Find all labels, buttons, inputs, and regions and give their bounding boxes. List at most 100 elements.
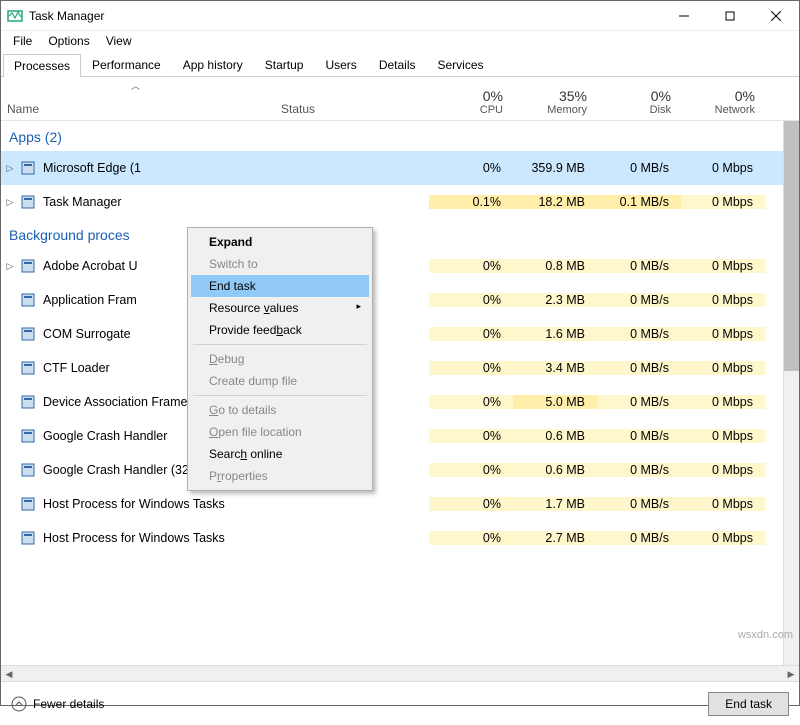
process-row[interactable]: Google Crash Handler (32 bit)0%0.6 MB0 M… bbox=[1, 453, 799, 487]
cpu-value: 0% bbox=[429, 327, 513, 341]
maximize-button[interactable] bbox=[707, 1, 753, 31]
app-icon bbox=[19, 292, 37, 308]
disk-value: 0 MB/s bbox=[597, 161, 681, 175]
col-network[interactable]: 0%Network bbox=[683, 88, 767, 116]
process-row[interactable]: ▷Adobe Acrobat U0%0.8 MB0 MB/s0 Mbps bbox=[1, 249, 799, 283]
ctx-end-task[interactable]: End task bbox=[191, 275, 369, 297]
sort-indicator-icon: ︿ bbox=[131, 79, 140, 92]
process-row[interactable]: COM Surrogate0%1.6 MB0 MB/s0 Mbps bbox=[1, 317, 799, 351]
process-row[interactable]: Application Fram0%2.3 MB0 MB/s0 Mbps bbox=[1, 283, 799, 317]
menu-bar: File Options View bbox=[1, 31, 799, 51]
ctx-provide-feedback[interactable]: Provide feedback bbox=[191, 319, 369, 341]
process-row[interactable]: Host Process for Windows Tasks0%2.7 MB0 … bbox=[1, 521, 799, 555]
memory-value: 2.7 MB bbox=[513, 531, 597, 545]
process-row[interactable]: CTF Loader0%3.4 MB0 MB/s0 Mbps bbox=[1, 351, 799, 385]
menu-options[interactable]: Options bbox=[40, 32, 97, 50]
ctx-switch-to: Switch to bbox=[191, 253, 369, 275]
process-name: Microsoft Edge (1 bbox=[43, 161, 279, 175]
process-row[interactable]: Device Association Framework ...0%5.0 MB… bbox=[1, 385, 799, 419]
minimize-button[interactable] bbox=[661, 1, 707, 31]
disk-value: 0 MB/s bbox=[597, 395, 681, 409]
cpu-value: 0% bbox=[429, 463, 513, 477]
process-name: Host Process for Windows Tasks bbox=[43, 497, 279, 511]
menu-file[interactable]: File bbox=[5, 32, 40, 50]
memory-value: 0.6 MB bbox=[513, 429, 597, 443]
memory-value: 18.2 MB bbox=[513, 195, 597, 209]
scroll-right-icon[interactable]: ▶ bbox=[783, 666, 799, 682]
ctx-search-online[interactable]: Search online bbox=[191, 443, 369, 465]
scroll-thumb[interactable] bbox=[784, 121, 799, 371]
group-background[interactable]: Background proces bbox=[1, 219, 799, 249]
bottom-bar: Fewer details End task bbox=[1, 681, 799, 725]
column-headers: ︿ Name Status 0%CPU 35%Memory 0%Disk 0%N… bbox=[1, 77, 799, 121]
process-list: Apps (2) ▷Microsoft Edge (10%359.9 MB0 M… bbox=[1, 121, 799, 665]
tab-services[interactable]: Services bbox=[427, 53, 495, 76]
network-value: 0 Mbps bbox=[681, 395, 765, 409]
ctx-expand[interactable]: Expand bbox=[191, 231, 369, 253]
horizontal-scrollbar[interactable]: ◀ ▶ bbox=[1, 665, 799, 681]
memory-value: 0.6 MB bbox=[513, 463, 597, 477]
fewer-details-button[interactable]: Fewer details bbox=[11, 696, 104, 712]
app-icon bbox=[19, 462, 37, 478]
network-value: 0 Mbps bbox=[681, 293, 765, 307]
disk-value: 0.1 MB/s bbox=[597, 195, 681, 209]
col-name[interactable]: Name bbox=[1, 102, 281, 116]
app-icon bbox=[19, 530, 37, 546]
cpu-value: 0% bbox=[429, 395, 513, 409]
disk-value: 0 MB/s bbox=[597, 463, 681, 477]
disk-value: 0 MB/s bbox=[597, 497, 681, 511]
chevron-up-circle-icon bbox=[11, 696, 27, 712]
cpu-value: 0.1% bbox=[429, 195, 513, 209]
group-apps[interactable]: Apps (2) bbox=[1, 121, 799, 151]
col-memory[interactable]: 35%Memory bbox=[515, 88, 599, 116]
tab-startup[interactable]: Startup bbox=[254, 53, 315, 76]
app-icon bbox=[19, 194, 37, 210]
process-row[interactable]: Google Crash Handler0%0.6 MB0 MB/s0 Mbps bbox=[1, 419, 799, 453]
close-button[interactable] bbox=[753, 1, 799, 31]
expand-icon[interactable]: ▷ bbox=[1, 261, 19, 272]
disk-value: 0 MB/s bbox=[597, 429, 681, 443]
ctx-properties: Prroperties bbox=[191, 465, 369, 487]
expand-icon[interactable]: ▷ bbox=[1, 163, 19, 174]
memory-value: 3.4 MB bbox=[513, 361, 597, 375]
tab-app-history[interactable]: App history bbox=[172, 53, 254, 76]
cpu-value: 0% bbox=[429, 293, 513, 307]
col-disk[interactable]: 0%Disk bbox=[599, 88, 683, 116]
tab-details[interactable]: Details bbox=[368, 53, 427, 76]
app-icon bbox=[19, 428, 37, 444]
cpu-value: 0% bbox=[429, 429, 513, 443]
scroll-left-icon[interactable]: ◀ bbox=[1, 666, 17, 682]
task-manager-icon bbox=[7, 8, 23, 24]
disk-value: 0 MB/s bbox=[597, 259, 681, 273]
app-icon bbox=[19, 258, 37, 274]
memory-value: 1.7 MB bbox=[513, 497, 597, 511]
ctx-resource-values[interactable]: Resource values▸ bbox=[191, 297, 369, 319]
memory-value: 2.3 MB bbox=[513, 293, 597, 307]
window-title: Task Manager bbox=[29, 9, 104, 23]
process-row[interactable]: ▷Microsoft Edge (10%359.9 MB0 MB/s0 Mbps bbox=[1, 151, 799, 185]
expand-icon[interactable]: ▷ bbox=[1, 197, 19, 208]
process-name: Host Process for Windows Tasks bbox=[43, 531, 279, 545]
cpu-value: 0% bbox=[429, 259, 513, 273]
tab-users[interactable]: Users bbox=[314, 53, 367, 76]
memory-value: 1.6 MB bbox=[513, 327, 597, 341]
app-icon bbox=[19, 160, 37, 176]
col-status[interactable]: Status bbox=[281, 102, 431, 116]
col-cpu[interactable]: 0%CPU bbox=[431, 88, 515, 116]
cpu-value: 0% bbox=[429, 531, 513, 545]
process-row[interactable]: ▷Task Manager0.1%18.2 MB0.1 MB/s0 Mbps bbox=[1, 185, 799, 219]
menu-view[interactable]: View bbox=[98, 32, 140, 50]
tab-processes[interactable]: Processes bbox=[3, 54, 81, 77]
tab-performance[interactable]: Performance bbox=[81, 53, 172, 76]
tab-strip: Processes Performance App history Startu… bbox=[1, 53, 799, 77]
process-row[interactable]: Host Process for Windows Tasks0%1.7 MB0 … bbox=[1, 487, 799, 521]
network-value: 0 Mbps bbox=[681, 161, 765, 175]
memory-value: 359.9 MB bbox=[513, 161, 597, 175]
end-task-button[interactable]: End task bbox=[708, 692, 789, 716]
chevron-right-icon: ▸ bbox=[356, 301, 361, 312]
network-value: 0 Mbps bbox=[681, 259, 765, 273]
cpu-value: 0% bbox=[429, 361, 513, 375]
ctx-open-file-location: Open file location bbox=[191, 421, 369, 443]
vertical-scrollbar[interactable] bbox=[783, 121, 799, 665]
memory-value: 5.0 MB bbox=[513, 395, 597, 409]
